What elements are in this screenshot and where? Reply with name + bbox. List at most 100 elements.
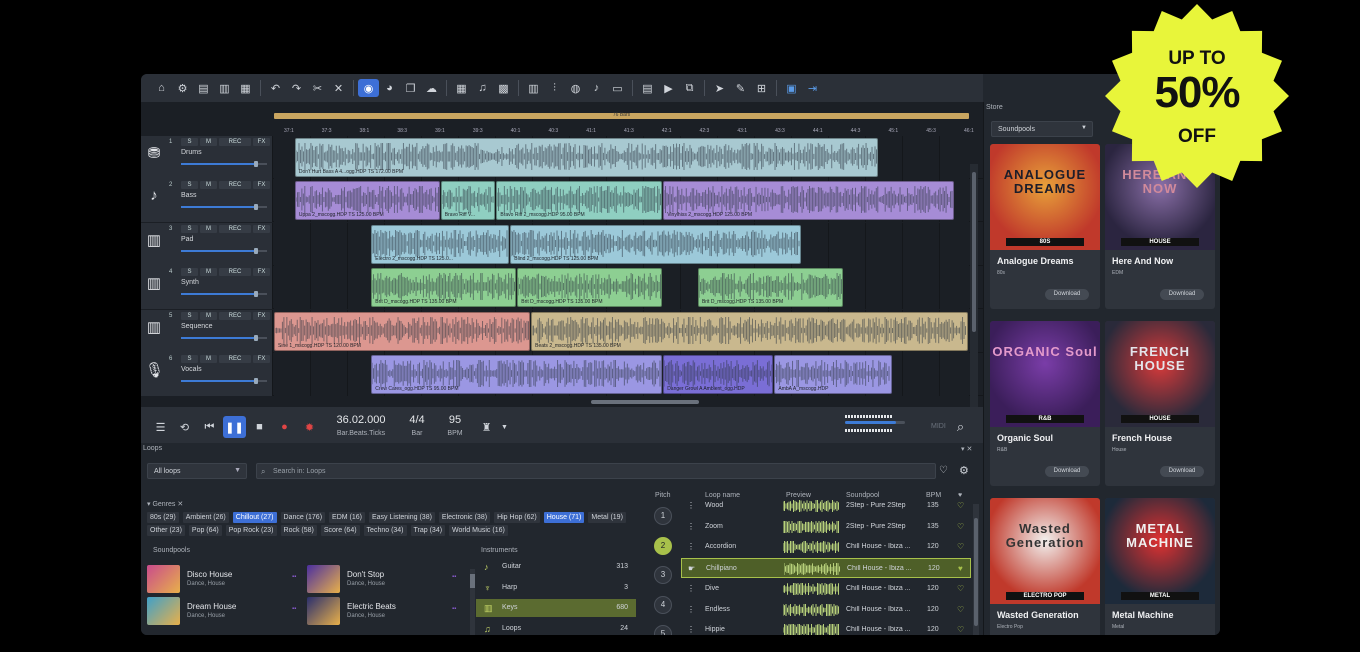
mute-button[interactable]: M [200,311,217,320]
track-volume-slider[interactable] [181,161,267,167]
track-header[interactable]: ▥ 4 S M REC FX Synth [141,266,273,310]
signature-display[interactable]: 4/4 [403,414,431,426]
tiles-icon[interactable]: ▩ [493,79,514,97]
drag-handle-icon[interactable]: ⋮ [687,605,695,614]
favorite-icon[interactable]: ♡ [957,542,964,551]
loop-row[interactable]: ⋮ Zoom 2Step - Pure 2Step 135 ♡ [681,517,971,537]
grid-icon[interactable]: ▦ [451,79,472,97]
record-arm-button[interactable]: REC [219,268,251,277]
redo-icon[interactable]: ↷ [286,79,307,97]
rewind-icon[interactable]: ⏮ [198,416,221,438]
overview-bar[interactable]: 76 Bars [274,112,969,119]
solo-button[interactable]: S [181,355,198,363]
audio-clip[interactable]: Danger Growl A Ambient_ogg.HDP [663,355,774,394]
download-button[interactable]: Download [1045,289,1089,300]
audio-clip[interactable]: Brit D_mscogg.HDP TS 135.00 BPM [371,268,517,308]
record-arm-button[interactable]: REC [219,138,251,146]
search-icon[interactable]: ⌕ [949,416,972,438]
store-card[interactable]: ANALOGUE DREAMS 80S Analogue Dreams 80s … [990,144,1100,309]
cut-icon[interactable]: ✂ [307,79,328,97]
favorite-icon[interactable]: ♥ [958,564,963,573]
track-header[interactable]: ♪ 2 S M REC FX Bass [141,179,273,223]
loop-preview-waveform[interactable] [783,582,839,595]
loop-preview-waveform[interactable] [783,603,839,616]
track-header[interactable]: ▥ 5 S M REC FX Sequence [141,309,273,353]
track-volume-slider[interactable] [181,247,267,254]
record-arm-button[interactable]: REC [219,181,251,190]
loop-preview-waveform[interactable] [783,541,839,554]
track-name[interactable]: Drums [181,149,202,156]
loop-row[interactable]: ⋮ Endless Chill House - Ibiza ... 120 ♡ [681,600,971,620]
solo-button[interactable]: S [181,268,198,277]
note-icon[interactable]: ♫ [472,79,493,97]
solo-button[interactable]: S [181,181,198,190]
store-card[interactable]: ORGANIC Soul R&B Organic Soul R&B Downlo… [990,321,1100,486]
video-icon[interactable]: ▶ [658,79,679,97]
mixer-icon[interactable]: ⫶ [544,79,565,97]
favorite-icon[interactable]: ♡ [957,584,964,593]
promo-badge[interactable]: UP TO 50% OFF [1104,2,1290,190]
track-volume-slider[interactable] [181,291,267,298]
drag-handle-icon[interactable]: ⋮ [687,501,695,510]
undo-icon[interactable]: ↶ [265,79,286,97]
loop-row[interactable]: ⋮ Wood 2Step - Pure 2Step 135 ♡ [681,496,971,516]
save-icon[interactable]: ▦ [235,79,256,97]
gear-icon[interactable]: ⚙ [172,79,193,97]
favorite-icon[interactable]: ♡ [957,501,964,510]
copy-icon[interactable]: ❐ [400,79,421,97]
track-lane[interactable]: Sine 1_mscogg.HDP TS 120.00 BPM Beats 2_m… [274,309,969,353]
keyboard-icon[interactable]: ▥ [523,79,544,97]
audio-clip[interactable]: Beats 2_mscogg.HDP TS 135.00 BPM [531,311,968,351]
drag-handle-icon[interactable]: ⋮ [687,625,695,634]
mute-button[interactable]: M [200,268,217,277]
drag-handle-icon[interactable]: ⋮ [687,522,695,531]
track-lane[interactable]: Crew Cares_ogg.HDP TS 95.00 BPM Danger Gr… [274,353,969,396]
upload-icon[interactable]: ☁ [421,79,442,97]
loop-preview-waveform[interactable] [783,520,839,533]
solo-button[interactable]: S [181,311,198,320]
fx-button[interactable]: FX [253,268,270,277]
track-name[interactable]: Sequence [181,323,213,330]
favorite-icon[interactable]: ♡ [957,605,964,614]
audio-clip[interactable]: Electro 2_mscogg.HDP TS 125.0... [371,224,510,264]
home-icon[interactable]: ⌂ [151,79,172,97]
track-name[interactable]: Synth [181,279,199,286]
track-name[interactable]: Pad [181,236,193,243]
track-header[interactable]: ▥ 3 S M REC FX Pad [141,222,273,266]
mute-button[interactable]: M [200,355,217,363]
favorite-icon[interactable]: ♡ [957,625,964,634]
track-name[interactable]: Bass [181,192,197,199]
track-volume-slider[interactable] [181,378,267,384]
drag-handle-icon[interactable]: ⋮ [687,542,695,551]
loop-row[interactable]: ⋮ Dive Chill House - Ibiza ... 120 ♡ [681,579,971,599]
track-lane[interactable]: Uppa 2_mscogg.HDP TS 125.00 BPM Bravo Rif… [274,179,969,223]
pointer-icon[interactable]: ➤ [709,79,730,97]
track-volume-slider[interactable] [181,204,267,211]
screen-icon[interactable]: ▣ [781,79,802,97]
audio-clip[interactable]: Bravo Riff 2_mscogg.HDP 95.00 BPM [496,181,663,221]
position-display[interactable]: 36.02.000 [329,414,393,426]
mute-button[interactable]: M [200,181,217,190]
drag-handle-icon[interactable]: ⋮ [687,584,695,593]
record-arm-button[interactable]: REC [219,355,251,363]
loop-preview-waveform[interactable] [783,500,839,512]
open-file-icon[interactable]: ▥ [214,79,235,97]
mute-button[interactable]: M [200,224,217,233]
vertical-scrollbar[interactable] [970,164,978,408]
track-lane[interactable]: Electro 2_mscogg.HDP TS 125.0... Blind 2_… [274,222,969,266]
loop-icon[interactable]: ⟲ [173,416,196,438]
audio-clip[interactable]: Uppa 2_mscogg.HDP TS 125.00 BPM [294,181,440,221]
pause-icon[interactable]: ❚❚ [223,416,246,438]
track-lane[interactable]: Brit D_mscogg.HDP TS 135.00 BPM Brit D_ms… [274,266,969,310]
audio-clip[interactable]: Vinylhiss 2_mscogg.HDP 125.00 BPM [663,181,955,221]
favorite-icon[interactable]: ♡ [957,522,964,531]
metronome-list-icon[interactable]: ☰ [149,416,172,438]
store-card[interactable]: FRENCH HOUSE HOUSE French House House Do… [1105,321,1215,486]
track-header[interactable]: ⛃ 1 S M REC FX Drums [141,136,273,179]
bounce-icon[interactable]: ◕ [379,79,400,97]
delete-icon[interactable]: ✕ [328,79,349,97]
text-icon[interactable]: ▤ [637,79,658,97]
fx-button[interactable]: FX [253,138,270,146]
fx-button[interactable]: FX [253,311,270,320]
audio-clip[interactable]: Sine 1_mscogg.HDP TS 120.00 BPM [274,311,531,351]
